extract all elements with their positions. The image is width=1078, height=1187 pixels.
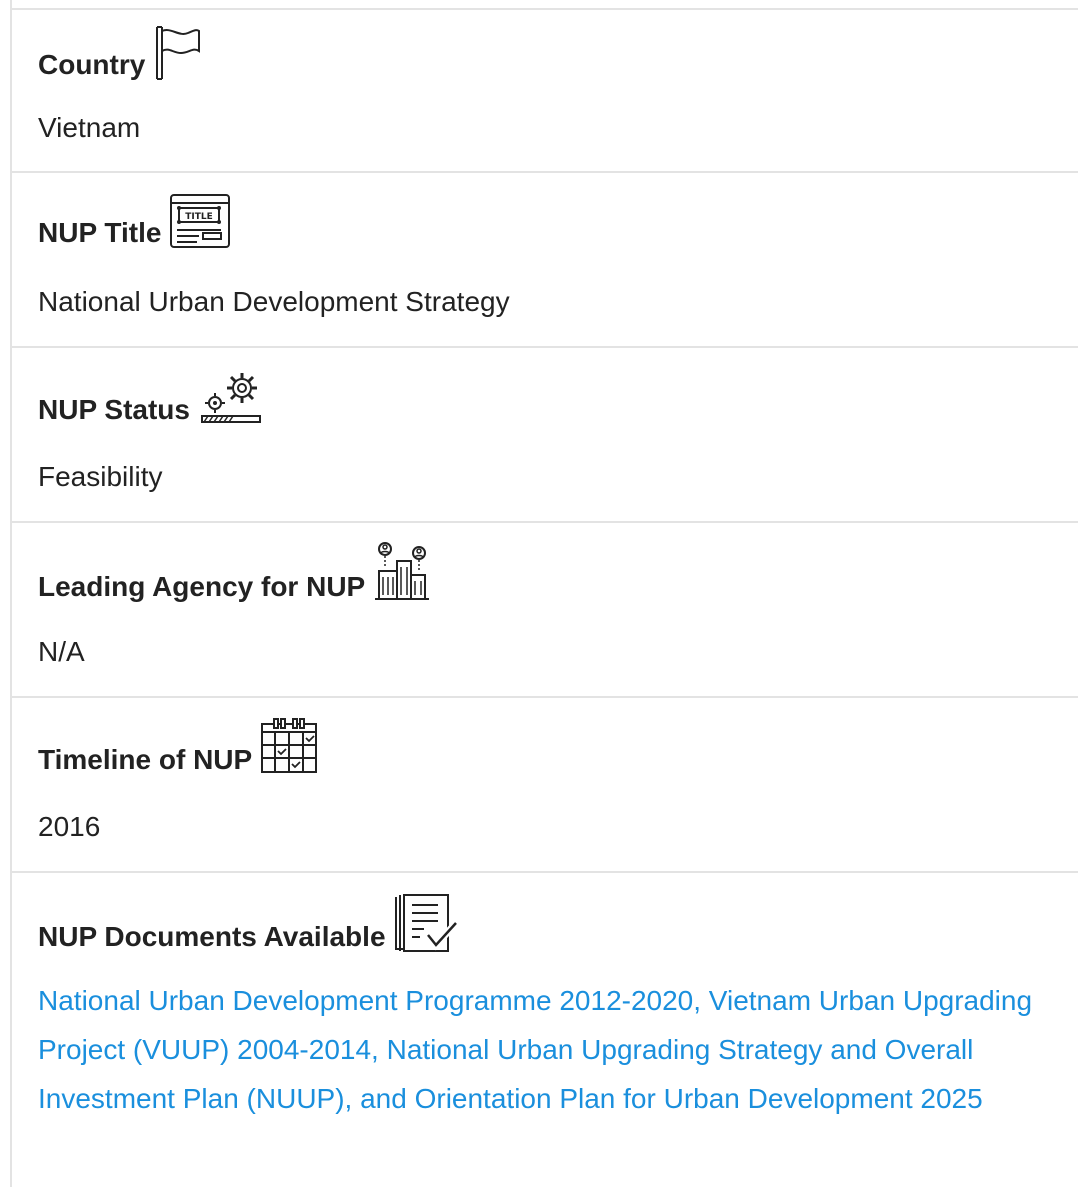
country-value: Vietnam bbox=[38, 112, 141, 143]
status-heading: NUP Status bbox=[38, 370, 264, 426]
documents-label: NUP Documents Available bbox=[38, 921, 386, 952]
calendar-icon bbox=[260, 718, 318, 776]
nup-info-card: Country Vietnam NUP Title TITLE National… bbox=[10, 0, 1078, 1187]
timeline-label: Timeline of NUP bbox=[38, 744, 253, 775]
status-section: NUP Status Feasibility bbox=[12, 348, 1078, 523]
title-heading: NUP Title TITLE bbox=[38, 193, 231, 249]
timeline-value: 2016 bbox=[38, 811, 101, 842]
flag-icon bbox=[153, 25, 201, 81]
agency-value: N/A bbox=[38, 636, 85, 667]
title-value: National Urban Development Strategy bbox=[38, 286, 510, 317]
documents-section: NUP Documents Available National Urban D… bbox=[12, 873, 1078, 1187]
country-section: Country Vietnam bbox=[12, 8, 1078, 173]
country-label: Country bbox=[38, 49, 146, 80]
title-label: NUP Title bbox=[38, 217, 162, 248]
timeline-section: Timeline of NUP 2016 bbox=[12, 698, 1078, 873]
status-value: Feasibility bbox=[38, 461, 163, 492]
timeline-heading: Timeline of NUP bbox=[38, 718, 318, 776]
agency-label: Leading Agency for NUP bbox=[38, 571, 366, 602]
title-section: NUP Title TITLE National Urban Developme… bbox=[12, 173, 1078, 348]
document-check-icon bbox=[394, 893, 460, 953]
svg-text:TITLE: TITLE bbox=[186, 212, 214, 222]
documents-heading: NUP Documents Available bbox=[38, 893, 460, 953]
title-icon: TITLE bbox=[169, 193, 231, 249]
documents-link[interactable]: National Urban Development Programme 201… bbox=[38, 976, 1038, 1123]
agency-heading: Leading Agency for NUP bbox=[38, 541, 431, 603]
buildings-people-icon bbox=[373, 541, 431, 603]
status-label: NUP Status bbox=[38, 394, 190, 425]
gears-icon bbox=[198, 370, 264, 426]
agency-section: Leading Agency for NUP N/A bbox=[12, 523, 1078, 698]
country-heading: Country bbox=[38, 25, 201, 81]
